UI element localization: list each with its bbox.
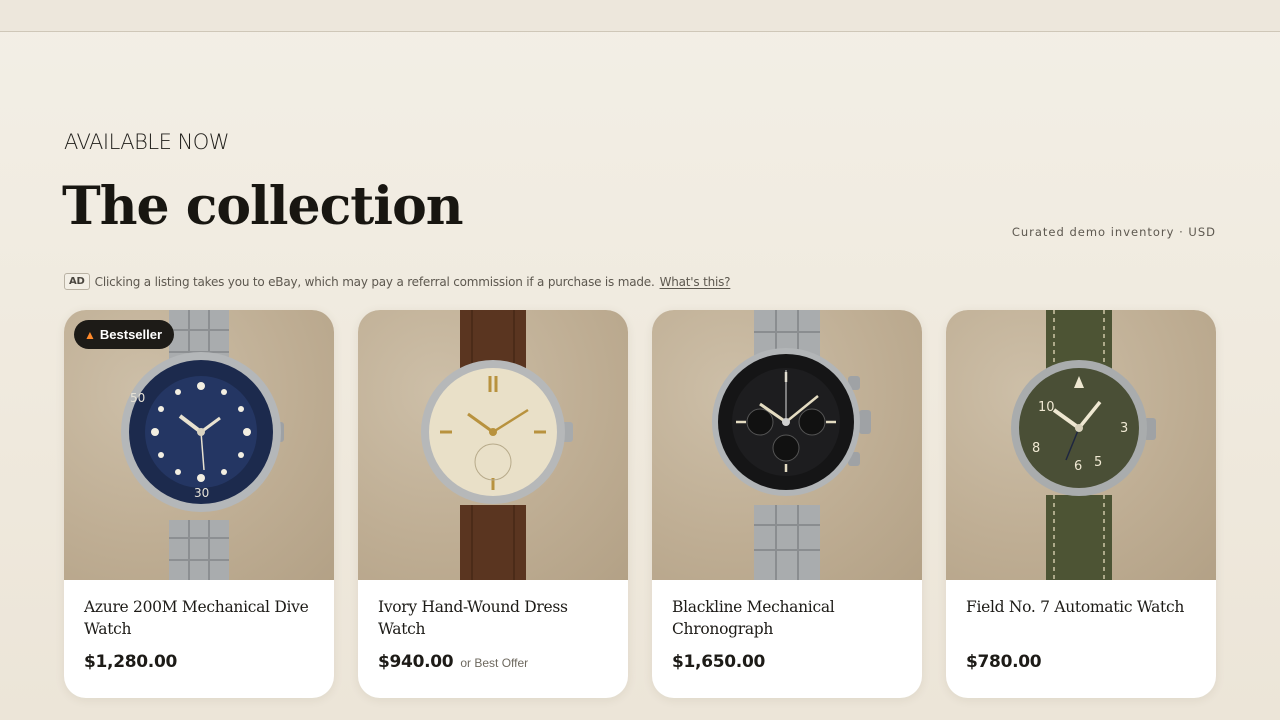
price-row: $940.00 or Best Offer xyxy=(378,652,528,672)
top-bar xyxy=(0,0,1280,32)
svg-text:5: 5 xyxy=(1094,455,1102,470)
price-row: $1,650.00 xyxy=(672,652,765,672)
affiliate-disclosure: AD Clicking a listing takes you to eBay,… xyxy=(64,273,731,290)
flame-icon: ▲ xyxy=(84,327,96,342)
product-price: $1,650.00 xyxy=(672,652,766,672)
product-card[interactable]: 50 30 ▲ Bestseller Azure 200M Mechanical… xyxy=(64,310,334,698)
price-row: $780.00 xyxy=(966,652,1042,672)
product-info: Blackline Mechanical Chronograph $1,650.… xyxy=(652,580,922,698)
product-name: Azure 200M Mechanical Dive Watch xyxy=(84,598,309,638)
svg-text:30: 30 xyxy=(194,486,209,500)
product-image xyxy=(652,310,922,580)
product-image: 3 6 8 5 10 xyxy=(946,310,1216,580)
badge-label: Bestseller xyxy=(99,327,163,342)
product-grid: 50 30 ▲ Bestseller Azure 200M Mechanical… xyxy=(64,310,1216,698)
svg-text:6: 6 xyxy=(1074,459,1082,474)
page-title: The collection xyxy=(62,176,464,237)
inventory-meta: Curated demo inventory · USD xyxy=(1011,225,1216,239)
product-info: Field No. 7 Automatic Watch $780.00 xyxy=(946,580,1216,698)
bestseller-badge: ▲ Bestseller xyxy=(74,320,175,349)
whats-this-link[interactable]: What's this? xyxy=(660,275,731,289)
disclosure-text: Clicking a listing takes you to eBay, wh… xyxy=(94,274,655,289)
product-image: 50 30 ▲ Bestseller xyxy=(64,310,334,580)
product-image xyxy=(358,310,628,580)
product-info: Azure 200M Mechanical Dive Watch $1,280.… xyxy=(64,580,334,698)
svg-text:10: 10 xyxy=(1038,400,1055,415)
best-offer-label: or Best Offer xyxy=(460,656,529,670)
product-name: Ivory Hand-Wound Dress Watch xyxy=(378,598,568,638)
product-card[interactable]: Ivory Hand-Wound Dress Watch $940.00 or … xyxy=(358,310,628,698)
svg-text:8: 8 xyxy=(1032,441,1040,456)
price-row: $1,280.00 xyxy=(84,652,177,672)
product-price: $940.00 xyxy=(378,652,454,672)
product-price: $1,280.00 xyxy=(84,652,178,672)
svg-text:50: 50 xyxy=(130,391,145,405)
product-name: Blackline Mechanical Chronograph xyxy=(672,598,835,638)
product-card[interactable]: Blackline Mechanical Chronograph $1,650.… xyxy=(652,310,922,698)
section-eyebrow: AVAILABLE NOW xyxy=(64,130,230,154)
svg-text:3: 3 xyxy=(1120,421,1128,436)
product-card[interactable]: 3 6 8 5 10 Field No. 7 Automatic Watch $… xyxy=(946,310,1216,698)
product-price: $780.00 xyxy=(966,652,1042,672)
product-info: Ivory Hand-Wound Dress Watch $940.00 or … xyxy=(358,580,628,698)
product-name: Field No. 7 Automatic Watch xyxy=(966,598,1185,616)
ad-badge: AD xyxy=(64,273,90,290)
